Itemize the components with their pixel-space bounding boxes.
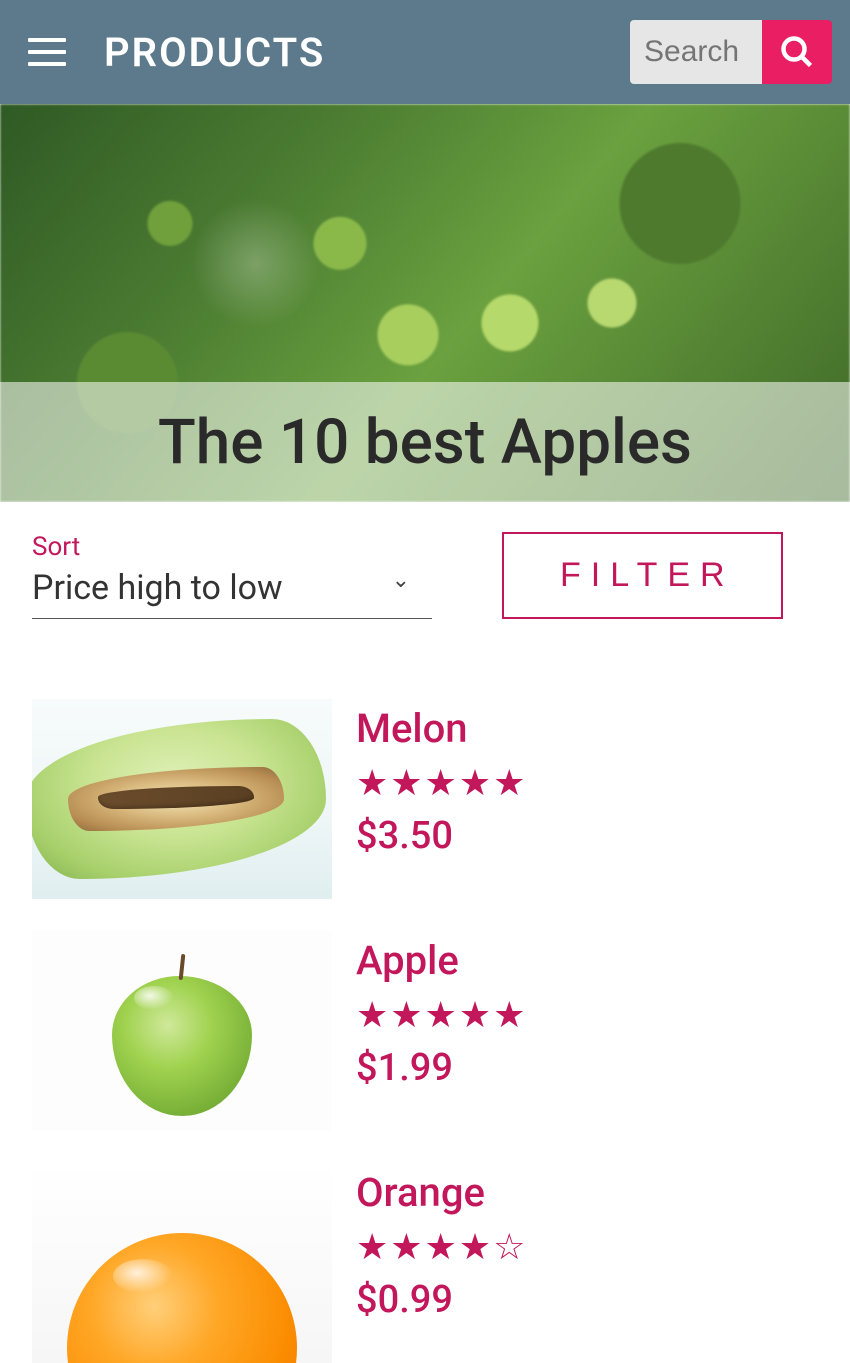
app-header: PRODUCTS xyxy=(0,0,850,104)
sort-label: Sort xyxy=(32,532,432,562)
page-title: PRODUCTS xyxy=(104,29,325,76)
filter-button[interactable]: FILTER xyxy=(502,532,783,619)
product-price: $0.99 xyxy=(356,1278,527,1322)
product-price: $1.99 xyxy=(356,1046,527,1090)
sort-value: Price high to low xyxy=(32,568,392,608)
list-item[interactable]: Melon ★★★★★ $3.50 xyxy=(32,699,818,899)
product-name: Orange xyxy=(356,1169,527,1216)
product-price: $3.50 xyxy=(356,814,527,858)
chevron-down-icon: ⌄ xyxy=(392,568,410,593)
search-icon xyxy=(779,34,815,70)
list-item[interactable]: Orange ★★★★☆ $0.99 xyxy=(32,1163,818,1363)
hero-banner: The 10 best Apples xyxy=(0,104,850,502)
product-list: Melon ★★★★★ $3.50 Apple ★★★★★ $1.99 Oran… xyxy=(0,619,850,1363)
product-rating: ★★★★★ xyxy=(356,762,527,804)
search-group xyxy=(630,20,832,84)
sort-select[interactable]: Price high to low ⌄ xyxy=(32,564,432,619)
product-info: Melon ★★★★★ $3.50 xyxy=(356,699,527,899)
list-item[interactable]: Apple ★★★★★ $1.99 xyxy=(32,931,818,1131)
controls-row: Sort Price high to low ⌄ FILTER xyxy=(0,502,850,619)
product-info: Orange ★★★★☆ $0.99 xyxy=(356,1163,527,1363)
product-name: Apple xyxy=(356,937,527,984)
hero-caption: The 10 best Apples xyxy=(0,382,850,502)
product-image xyxy=(32,931,332,1131)
product-name: Melon xyxy=(356,705,527,752)
search-input[interactable] xyxy=(630,20,762,84)
product-image xyxy=(32,699,332,899)
product-info: Apple ★★★★★ $1.99 xyxy=(356,931,527,1131)
menu-button[interactable] xyxy=(28,38,66,66)
sort-group: Sort Price high to low ⌄ xyxy=(32,532,432,619)
search-button[interactable] xyxy=(762,20,832,84)
product-rating: ★★★★☆ xyxy=(356,1226,527,1268)
product-rating: ★★★★★ xyxy=(356,994,527,1036)
product-image xyxy=(32,1163,332,1363)
